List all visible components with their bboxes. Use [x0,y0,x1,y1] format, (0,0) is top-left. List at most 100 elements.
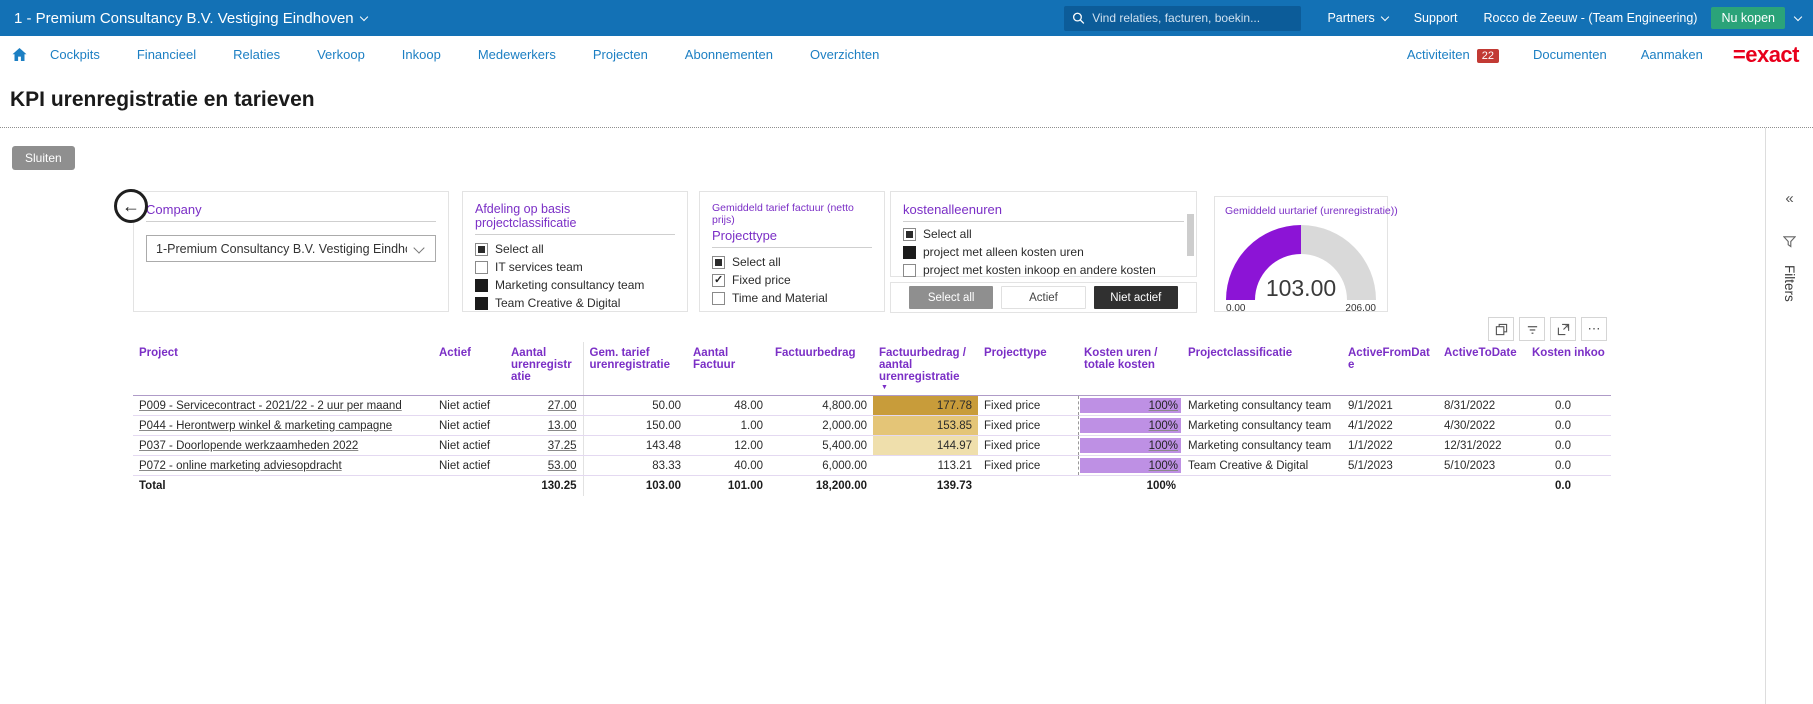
projecttype-filter-panel: Gemiddeld tarief factuur (netto prijs) P… [699,191,885,312]
col-ratio[interactable]: Factuurbedrag / aantal urenregistratie▼ [873,342,978,396]
col-kosten-pct[interactable]: Kosten uren / totale kosten [1078,342,1182,396]
col-aantal-uren[interactable]: Aantal urenregistratie [505,342,583,396]
active-from-cell: 4/1/2022 [1342,416,1438,436]
pct-link[interactable]: 100% [1149,460,1181,472]
nav-aanmaken[interactable]: Aanmaken [1641,47,1703,62]
nav-projecten[interactable]: Projecten [593,47,648,62]
ratio-cell: 144.97 [873,436,978,456]
chevron-down-icon [413,242,424,253]
kosten-options: Select all project met alleen kosten ure… [903,227,1184,277]
close-button[interactable]: Sluiten [12,146,75,170]
option-time-and-material[interactable]: Time and Material [712,291,872,305]
col-active-to[interactable]: ActiveToDate [1438,342,1526,396]
option-marketing-consultancy-team[interactable]: Marketing consultancy team [475,278,675,292]
active-from-cell: 1/1/2022 [1342,436,1438,456]
back-arrow-button[interactable]: ← [114,189,148,223]
project-link[interactable]: P037 - Doorlopende werkzaamheden 2022 [139,440,358,452]
uren-link[interactable]: 53.00 [548,460,577,472]
support-link[interactable]: Support [1414,11,1458,25]
projecttype-cell: Fixed price [978,456,1078,476]
nav-financieel[interactable]: Financieel [137,47,196,62]
select-all-button[interactable]: Select all [909,286,993,309]
nav-cockpits[interactable]: Cockpits [50,47,100,62]
checkbox-label: project met kosten inkoop en andere kost… [923,263,1156,277]
option-it-services-team[interactable]: IT services team [475,260,675,274]
data-bar: 100% [1080,398,1182,413]
option-team-creative-digital[interactable]: Team Creative & Digital [475,296,675,310]
option-select-all[interactable]: Select all [903,227,1184,241]
uren-link[interactable]: 37.25 [548,440,577,452]
active-from-cell: 9/1/2021 [1342,396,1438,416]
nav-activiteiten[interactable]: Activiteiten22 [1407,47,1499,63]
collapse-pane-icon[interactable]: « [1785,190,1793,207]
uren-link[interactable]: 27.00 [548,400,577,412]
pct-link[interactable]: 100% [1149,420,1181,432]
uren-link[interactable]: 13.00 [548,420,577,432]
filter-funnel-icon[interactable] [1783,235,1796,253]
checkbox-label: Select all [923,227,972,241]
page-title: KPI urenregistratie en tarieven [10,88,1813,112]
page-header: KPI urenregistratie en tarieven [0,73,1813,128]
gem-tarief-cell: 143.48 [583,436,687,456]
afdeling-filter-label: Afdeling op basis projectclassificatie [475,202,675,235]
checkbox-label: Time and Material [732,291,828,305]
projecttype-options: Select all Fixed price Time and Material [712,255,872,305]
nav-verkoop[interactable]: Verkoop [317,47,365,62]
aantal-factuur-cell: 40.00 [687,456,769,476]
pct-link[interactable]: 100% [1149,400,1181,412]
col-gem-tarief[interactable]: Gem. tarief urenregistratie [583,342,687,396]
col-actief[interactable]: Actief [433,342,505,396]
checkbox-label: Fixed price [732,273,791,287]
partners-menu[interactable]: Partners [1327,11,1387,25]
checkbox-label: IT services team [495,260,583,274]
copy-icon[interactable] [1488,317,1514,341]
project-link[interactable]: P072 - online marketing adviesopdracht [139,460,342,472]
option-fixed-price[interactable]: Fixed price [712,273,872,287]
nav-overzichten[interactable]: Overzichten [810,47,879,62]
total-kosten-inkoop: 0.0 [1526,476,1611,496]
option-select-all[interactable]: Select all [475,242,675,256]
actief-cell: Niet actief [433,456,505,476]
nav-documenten[interactable]: Documenten [1533,47,1607,62]
col-factuurbedrag[interactable]: Factuurbedrag [769,342,873,396]
col-aantal-factuur[interactable]: Aantal Factuur [687,342,769,396]
project-link[interactable]: P044 - Herontwerp winkel & marketing cam… [139,420,392,432]
more-options-icon[interactable]: ⋯ [1581,317,1607,341]
nav-medewerkers[interactable]: Medewerkers [478,47,556,62]
kpi-table: Project Actief Aantal urenregistratie Ge… [133,342,1611,496]
total-pct: 100% [1078,476,1182,496]
kosten-pct-cell: 100% [1078,416,1182,436]
user-menu[interactable]: Rocco de Zeeuw - (Team Engineering) [1483,11,1697,25]
company-switcher[interactable]: 1 - Premium Consultancy B.V. Vestiging E… [14,10,367,27]
scrollbar-thumb[interactable] [1187,214,1194,256]
company-select[interactable]: 1-Premium Consultancy B.V. Vestiging Ein… [146,235,436,262]
nav-relaties[interactable]: Relaties [233,47,280,62]
factuurbedrag-cell: 4,800.00 [769,396,873,416]
col-active-from[interactable]: ActiveFromDate [1342,342,1438,396]
col-project[interactable]: Project [133,342,433,396]
option-select-all[interactable]: Select all [712,255,872,269]
pct-link[interactable]: 100% [1149,440,1181,452]
niet-actief-button[interactable]: Niet actief [1094,286,1178,309]
project-link[interactable]: P009 - Servicecontract - 2021/22 - 2 uur… [139,400,402,412]
focus-mode-icon[interactable] [1550,317,1576,341]
ratio-cell: 153.85 [873,416,978,436]
col-projecttype[interactable]: Projecttype [978,342,1078,396]
actief-button[interactable]: Actief [1001,286,1085,309]
actief-cell: Niet actief [433,416,505,436]
col-kosten-inkoop[interactable]: Kosten inkoo [1526,342,1611,396]
projecttype-cell: Fixed price [978,436,1078,456]
filters-rail: « Filters [1765,128,1813,704]
option-alleen-kosten-uren[interactable]: project met alleen kosten uren [903,245,1184,259]
topbar-collapse-chevron[interactable] [1795,14,1801,22]
global-search[interactable] [1064,6,1301,31]
buy-now-button[interactable]: Nu kopen [1711,7,1785,29]
home-button[interactable] [11,47,28,63]
option-kosten-inkoop-andere[interactable]: project met kosten inkoop en andere kost… [903,263,1184,277]
col-classificatie[interactable]: Projectclassificatie [1182,342,1342,396]
chevron-down-icon [359,13,367,21]
nav-abonnementen[interactable]: Abonnementen [685,47,773,62]
filter-lines-icon[interactable] [1519,317,1545,341]
nav-inkoop[interactable]: Inkoop [402,47,441,62]
search-input[interactable] [1092,11,1293,25]
